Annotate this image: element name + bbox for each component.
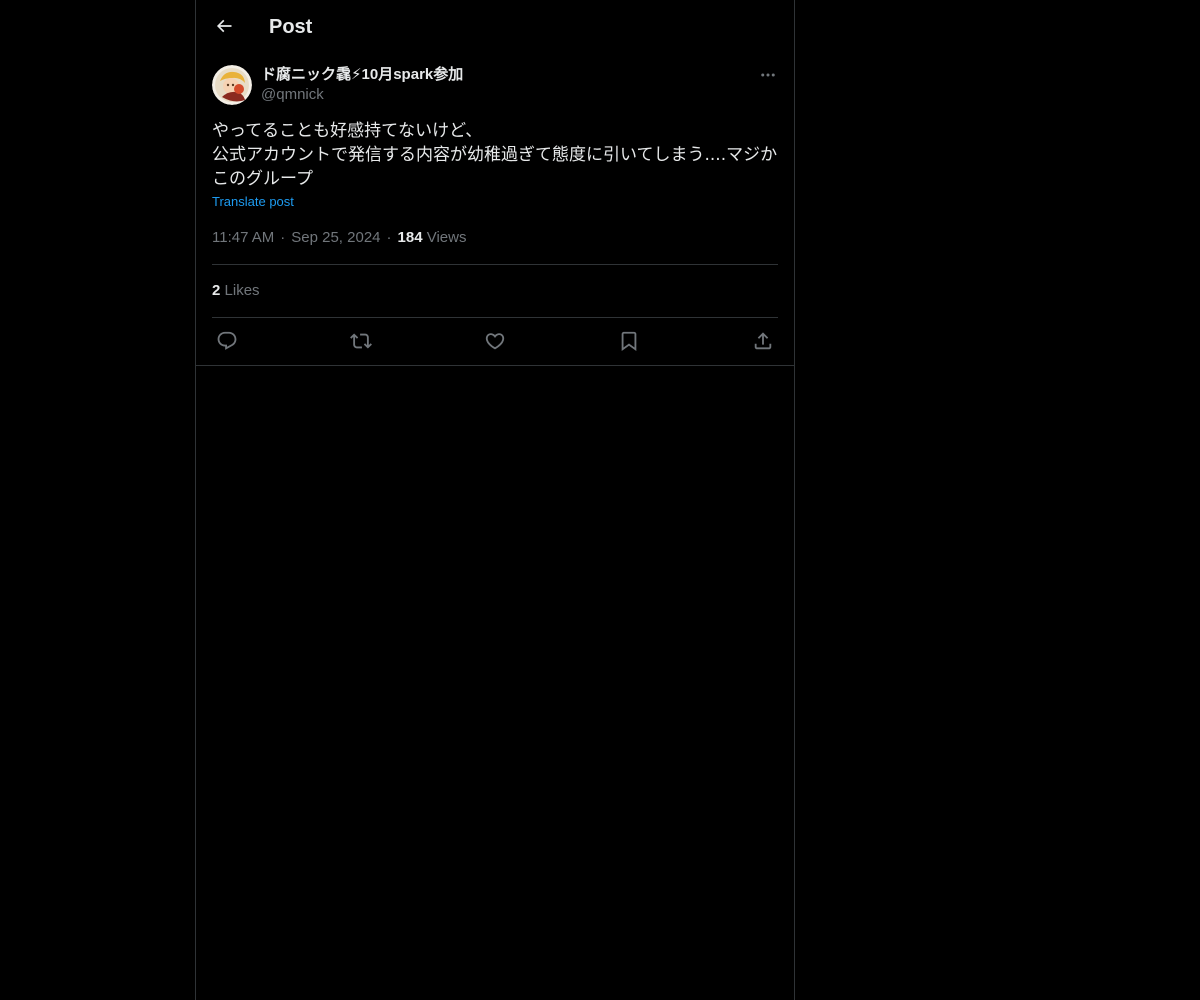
page-header: Post	[196, 0, 794, 53]
repost-button[interactable]	[346, 329, 376, 353]
back-button[interactable]	[208, 10, 240, 42]
likes-count: 2	[212, 282, 221, 299]
views-count: 184	[397, 229, 423, 246]
views-label: Views	[426, 229, 467, 246]
share-icon	[752, 330, 774, 352]
more-horizontal-icon	[759, 66, 777, 84]
likes-link[interactable]: 2 Likes	[212, 281, 260, 301]
share-button[interactable]	[748, 329, 778, 353]
user-handle[interactable]: @qmnick	[261, 85, 324, 105]
main-column: Post ド腐ニック毳⚡10月spark参加 @qmnick やってることも好感…	[195, 0, 795, 1000]
like-button[interactable]	[480, 329, 510, 353]
more-options-button[interactable]	[756, 63, 780, 87]
post-text: やってることも好感持てないけど、 公式アカウントで発信する内容が幼稚過ぎて態度に…	[212, 119, 778, 191]
likes-label: Likes	[224, 282, 260, 299]
post-date[interactable]: Sep 25, 2024	[291, 229, 380, 246]
post-text-line: 公式アカウントで発信する内容が幼稚過ぎて態度に引いてしまう....マジか	[212, 145, 778, 165]
divider	[212, 264, 778, 265]
bookmark-button[interactable]	[614, 329, 644, 353]
post-time[interactable]: 11:47 AM	[212, 229, 274, 246]
display-name[interactable]: ド腐ニック毳⚡10月spark参加	[261, 65, 463, 85]
post-text-line: やってることも好感持てないけど、	[212, 121, 483, 141]
divider	[212, 317, 778, 318]
avatar[interactable]	[212, 65, 252, 105]
page-title: Post	[269, 16, 313, 38]
post: ド腐ニック毳⚡10月spark参加 @qmnick やってることも好感持てないけ…	[196, 53, 794, 366]
separator-dot: ·	[280, 229, 286, 246]
like-icon	[484, 330, 506, 352]
bookmark-icon	[618, 330, 640, 352]
post-text-line: このグループ	[212, 169, 313, 189]
arrow-left-icon	[214, 16, 234, 36]
translate-post-link[interactable]: Translate post	[212, 194, 294, 210]
separator-dot: ·	[386, 229, 392, 246]
repost-icon	[350, 330, 372, 352]
post-metadata: 11:47 AM · Sep 25, 2024 · 184 Views	[212, 228, 466, 248]
reply-icon	[216, 330, 238, 352]
reply-button[interactable]	[212, 329, 242, 353]
